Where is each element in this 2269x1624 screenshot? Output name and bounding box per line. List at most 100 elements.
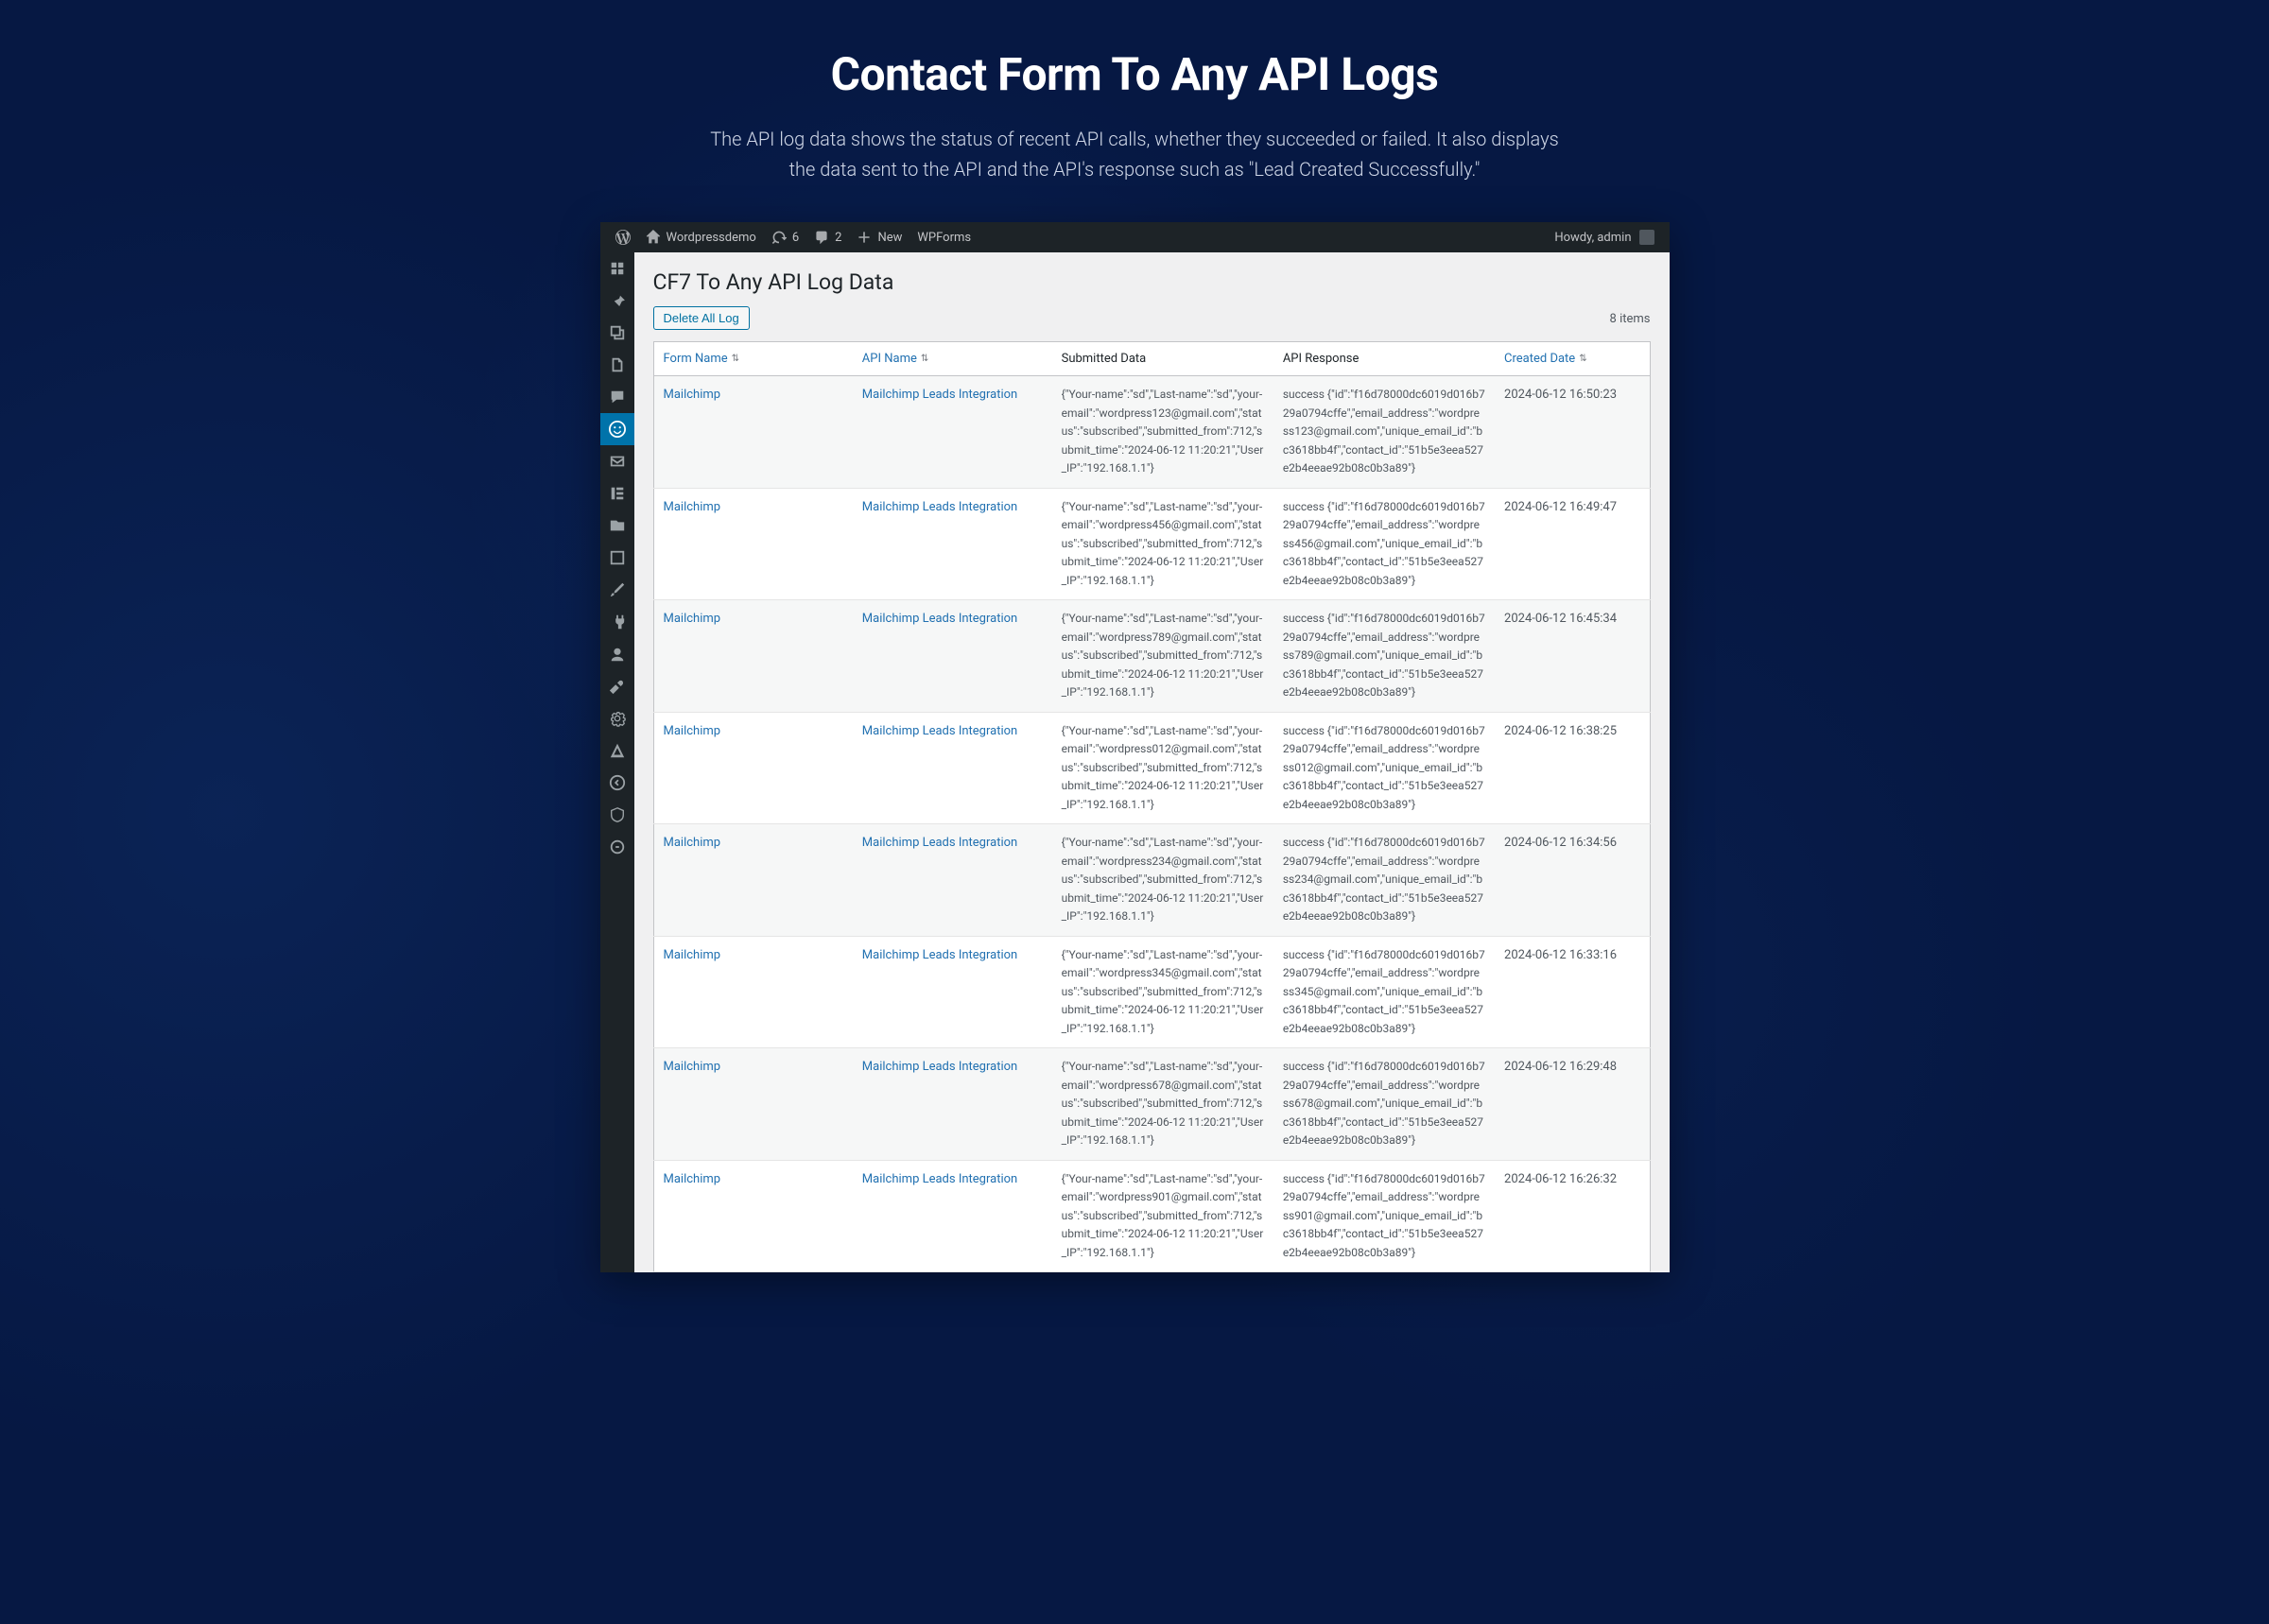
folder-icon xyxy=(609,517,626,534)
api-response-text: success {"id":"f16d78000dc6019d016b729a0… xyxy=(1283,612,1485,699)
api-response-text: success {"id":"f16d78000dc6019d016b729a0… xyxy=(1283,724,1485,811)
form-name-link[interactable]: Mailchimp xyxy=(664,724,721,738)
api-response-text: success {"id":"f16d78000dc6019d016b729a0… xyxy=(1283,948,1485,1035)
pin-icon xyxy=(609,292,626,309)
mail-icon xyxy=(609,453,626,470)
table-row: Mailchimp Mailchimp Leads Integration {"… xyxy=(653,376,1650,489)
submitted-data-text: {"Your-name":"sd","Last-name":"sd","your… xyxy=(1062,948,1264,1035)
sidebar-elementor[interactable] xyxy=(600,477,634,510)
created-date-text: 2024-06-12 16:34:56 xyxy=(1495,824,1650,937)
avatar-icon xyxy=(1639,230,1654,245)
adminbar-wpforms[interactable]: WPForms xyxy=(909,222,979,252)
sort-icon: ⇅ xyxy=(921,354,928,364)
api-name-link[interactable]: Mailchimp Leads Integration xyxy=(862,1172,1017,1186)
created-date-text: 2024-06-12 16:45:34 xyxy=(1495,600,1650,713)
user-icon xyxy=(609,646,626,663)
col-header-submitted-data: Submitted Data xyxy=(1052,342,1273,376)
form-name-link[interactable]: Mailchimp xyxy=(664,388,721,402)
sidebar-astra[interactable] xyxy=(600,734,634,767)
sidebar-comments[interactable] xyxy=(600,381,634,413)
adminbar-new[interactable]: New xyxy=(849,222,909,252)
created-date-text: 2024-06-12 16:26:32 xyxy=(1495,1160,1650,1272)
pages-icon xyxy=(609,356,626,373)
wordpress-admin-window: Wordpressdemo 6 2 New WPForms xyxy=(600,222,1670,1272)
table-row: Mailchimp Mailchimp Leads Integration {"… xyxy=(653,936,1650,1048)
form-name-link[interactable]: Mailchimp xyxy=(664,836,721,850)
sidebar-tools[interactable] xyxy=(600,670,634,702)
wrench-icon xyxy=(609,678,626,695)
form-name-link[interactable]: Mailchimp xyxy=(664,1172,721,1186)
submitted-data-text: {"Your-name":"sd","Last-name":"sd","your… xyxy=(1062,612,1264,699)
col-header-form-name[interactable]: Form Name⇅ xyxy=(653,342,853,376)
sidebar-posts[interactable] xyxy=(600,285,634,317)
sidebar-contact[interactable] xyxy=(600,445,634,477)
plugin-icon xyxy=(609,613,626,631)
delete-all-log-button[interactable]: Delete All Log xyxy=(653,306,750,330)
col-header-api-response: API Response xyxy=(1273,342,1495,376)
submitted-data-text: {"Your-name":"sd","Last-name":"sd","your… xyxy=(1062,1172,1264,1259)
api-response-text: success {"id":"f16d78000dc6019d016b729a0… xyxy=(1283,1172,1485,1259)
gear-icon xyxy=(609,710,626,727)
api-name-link[interactable]: Mailchimp Leads Integration xyxy=(862,836,1017,850)
sidebar-extra-1[interactable] xyxy=(600,799,634,831)
wp-admin-sidebar xyxy=(600,252,634,1272)
sidebar-users[interactable] xyxy=(600,638,634,670)
sidebar-settings[interactable] xyxy=(600,702,634,734)
sidebar-media[interactable] xyxy=(600,317,634,349)
form-name-link[interactable]: Mailchimp xyxy=(664,500,721,514)
circle-icon xyxy=(609,838,626,855)
sidebar-extra-2[interactable] xyxy=(600,831,634,863)
sidebar-appearance[interactable] xyxy=(600,574,634,606)
sidebar-plugins[interactable] xyxy=(600,606,634,638)
created-date-text: 2024-06-12 16:38:25 xyxy=(1495,712,1650,824)
sidebar-wpforms[interactable] xyxy=(600,542,634,574)
submitted-data-text: {"Your-name":"sd","Last-name":"sd","your… xyxy=(1062,500,1264,587)
form-name-link[interactable]: Mailchimp xyxy=(664,948,721,962)
adminbar-site-name[interactable]: Wordpressdemo xyxy=(638,222,764,252)
adminbar-updates[interactable]: 6 xyxy=(764,222,806,252)
adminbar-account[interactable]: Howdy, admin xyxy=(1554,230,1661,245)
col-header-created-date[interactable]: Created Date⇅ xyxy=(1495,342,1650,376)
sidebar-pages[interactable] xyxy=(600,349,634,381)
api-name-link[interactable]: Mailchimp Leads Integration xyxy=(862,500,1017,514)
api-name-link[interactable]: Mailchimp Leads Integration xyxy=(862,612,1017,626)
adminbar-comments[interactable]: 2 xyxy=(806,222,849,252)
sidebar-cf7-active[interactable] xyxy=(600,413,634,445)
sidebar-collapse[interactable] xyxy=(600,767,634,799)
created-date-text: 2024-06-12 16:50:23 xyxy=(1495,376,1650,489)
table-row: Mailchimp Mailchimp Leads Integration {"… xyxy=(653,824,1650,937)
page-title: CF7 To Any API Log Data xyxy=(653,269,1651,295)
wp-content-area: CF7 To Any API Log Data Delete All Log 8… xyxy=(634,252,1670,1272)
media-icon xyxy=(609,324,626,341)
col-header-api-name[interactable]: API Name⇅ xyxy=(853,342,1052,376)
comments-icon xyxy=(814,230,829,245)
form-icon xyxy=(609,549,626,566)
api-name-link[interactable]: Mailchimp Leads Integration xyxy=(862,948,1017,962)
shield-icon xyxy=(609,806,626,823)
hero-section: Contact Form To Any API Logs The API log… xyxy=(525,0,1745,222)
created-date-text: 2024-06-12 16:49:47 xyxy=(1495,488,1650,600)
adminbar-howdy: Howdy, admin xyxy=(1554,231,1631,245)
log-table: Form Name⇅ API Name⇅ Submitted Data API … xyxy=(653,341,1651,1272)
api-response-text: success {"id":"f16d78000dc6019d016b729a0… xyxy=(1283,836,1485,923)
updates-icon xyxy=(771,230,787,245)
table-row: Mailchimp Mailchimp Leads Integration {"… xyxy=(653,712,1650,824)
sort-icon: ⇅ xyxy=(1579,354,1586,364)
astra-icon xyxy=(609,742,626,759)
form-name-link[interactable]: Mailchimp xyxy=(664,1060,721,1074)
wp-logo-menu[interactable] xyxy=(608,222,638,252)
api-name-link[interactable]: Mailchimp Leads Integration xyxy=(862,388,1017,402)
sidebar-dashboard[interactable] xyxy=(600,252,634,285)
created-date-text: 2024-06-12 16:29:48 xyxy=(1495,1048,1650,1161)
home-icon xyxy=(646,230,661,245)
hero-subtitle: The API log data shows the status of rec… xyxy=(709,124,1560,184)
api-name-link[interactable]: Mailchimp Leads Integration xyxy=(862,724,1017,738)
elementor-icon xyxy=(609,485,626,502)
table-row: Mailchimp Mailchimp Leads Integration {"… xyxy=(653,1048,1650,1161)
api-name-link[interactable]: Mailchimp Leads Integration xyxy=(862,1060,1017,1074)
submitted-data-text: {"Your-name":"sd","Last-name":"sd","your… xyxy=(1062,836,1264,923)
wordpress-icon xyxy=(615,230,631,245)
form-name-link[interactable]: Mailchimp xyxy=(664,612,721,626)
sidebar-templates[interactable] xyxy=(600,510,634,542)
wp-adminbar: Wordpressdemo 6 2 New WPForms xyxy=(600,222,1670,252)
